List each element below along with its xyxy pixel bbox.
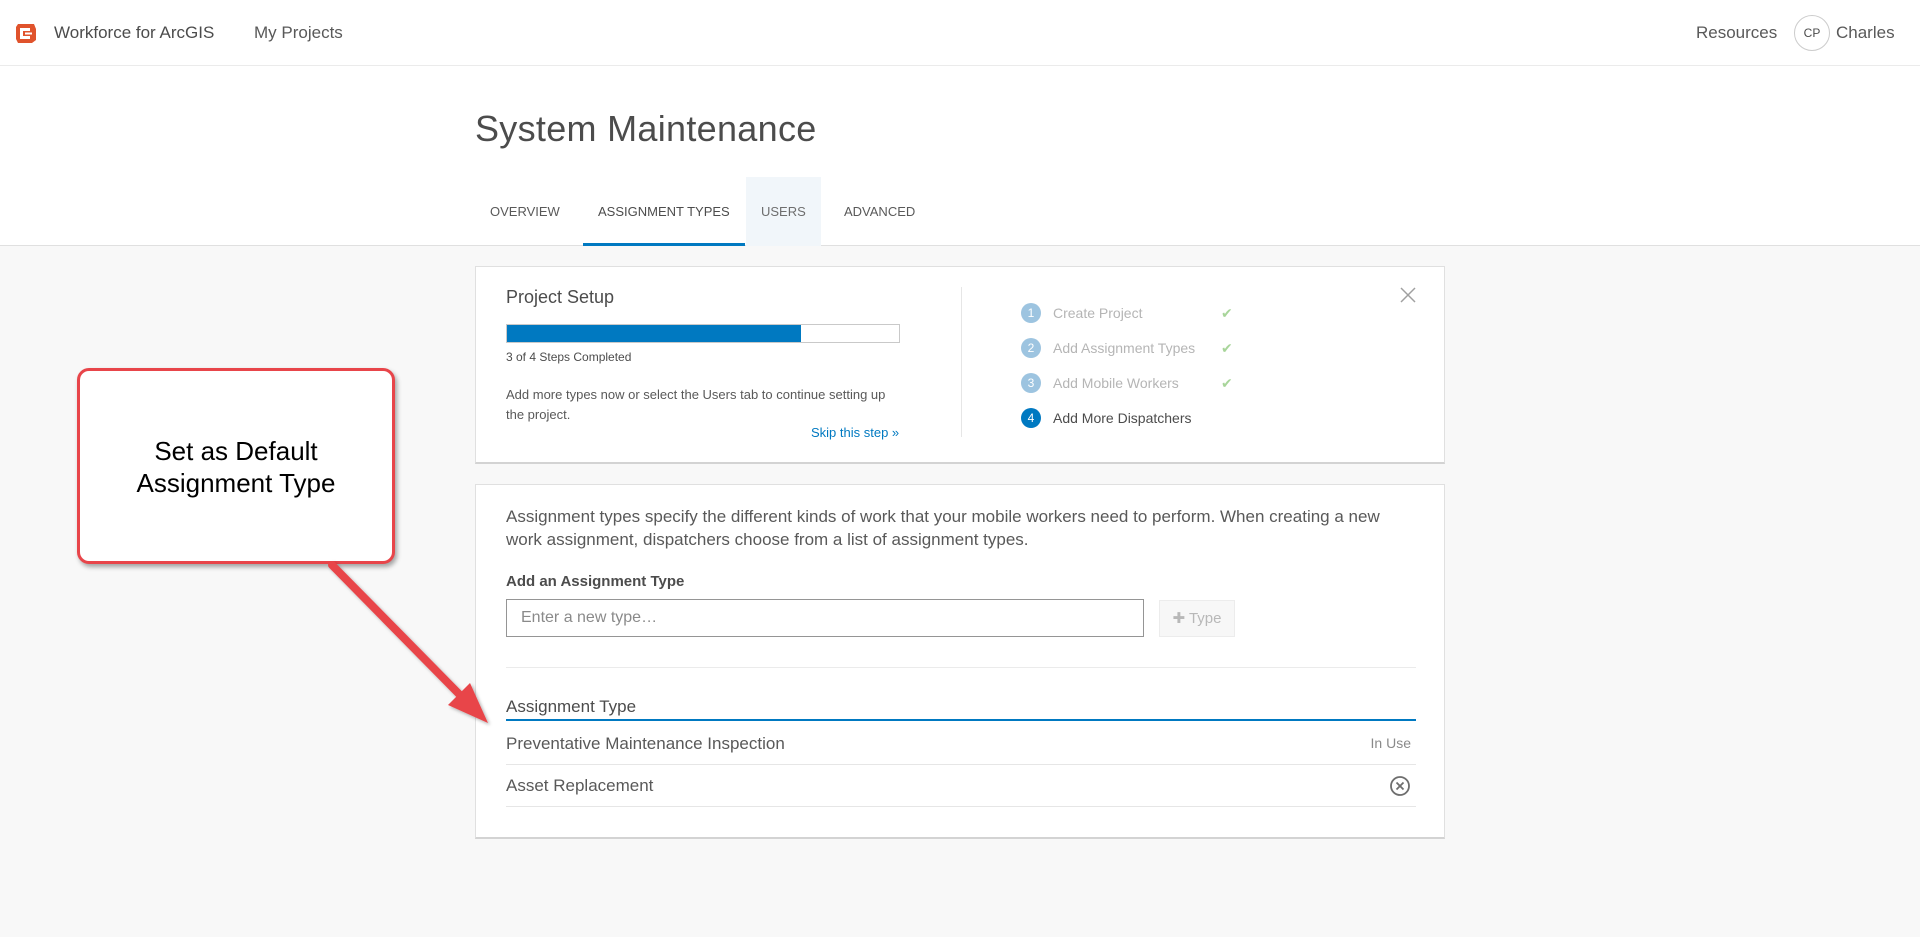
step-label: Add More Dispatchers <box>1053 410 1192 426</box>
step-number: 4 <box>1021 408 1041 428</box>
avatar[interactable]: CP <box>1794 15 1830 51</box>
step-label: Create Project <box>1053 305 1143 321</box>
assignment-types-description: Assignment types specify the different k… <box>506 507 1380 549</box>
assignment-types-card: Assignment types specify the different k… <box>475 484 1445 839</box>
setup-divider <box>961 287 962 437</box>
skip-step-link[interactable]: Skip this step » <box>811 425 899 440</box>
project-setup-card: Project Setup 3 of 4 Steps Completed Add… <box>475 266 1445 464</box>
add-type-button[interactable]: ✚ Type <box>1159 600 1235 637</box>
setup-description: Add more types now or select the Users t… <box>506 387 886 422</box>
assignment-type-name: Preventative Maintenance Inspection <box>506 734 785 753</box>
username[interactable]: Charles <box>1836 23 1895 43</box>
top-nav: Workforce for ArcGIS My Projects Resourc… <box>0 0 1920 66</box>
tab-assignment-types[interactable]: ASSIGNMENT TYPES <box>583 177 745 246</box>
table-row[interactable]: Preventative Maintenance Inspection In U… <box>506 723 1416 765</box>
table-row[interactable]: Asset Replacement <box>506 765 1416 807</box>
annotation-arrow-icon <box>328 561 488 723</box>
assignment-type-column-header: Assignment Type <box>506 697 1416 721</box>
resources-link[interactable]: Resources <box>1696 23 1777 43</box>
step-number: 2 <box>1021 338 1041 358</box>
add-type-label: Add an Assignment Type <box>506 573 685 590</box>
my-projects-link[interactable]: My Projects <box>254 23 343 43</box>
section-divider <box>506 667 1416 668</box>
callout-text: Set as Default Assignment Type <box>80 435 392 499</box>
in-use-status: In Use <box>1370 735 1411 751</box>
tab-overview[interactable]: OVERVIEW <box>475 177 575 246</box>
plus-icon: ✚ <box>1172 610 1186 627</box>
steps-completed-text: 3 of 4 Steps Completed <box>506 350 632 364</box>
add-type-button-label: Type <box>1188 610 1222 627</box>
step-label: Add Assignment Types <box>1053 340 1196 356</box>
setup-title: Project Setup <box>506 287 615 307</box>
step-label: Add Mobile Workers <box>1053 375 1179 391</box>
check-icon: ✔ <box>1221 375 1233 391</box>
check-icon: ✔ <box>1221 305 1233 321</box>
remove-circle-icon[interactable] <box>1389 775 1411 797</box>
setup-progress-bar <box>506 324 900 343</box>
tab-users[interactable]: USERS <box>746 177 821 246</box>
step-number: 3 <box>1021 373 1041 393</box>
page-title: System Maintenance <box>475 108 817 149</box>
app-title[interactable]: Workforce for ArcGIS <box>54 23 214 43</box>
annotation-callout: Set as Default Assignment Type <box>77 368 395 564</box>
setup-progress-fill <box>507 325 801 342</box>
callout-line-2: Assignment Type <box>136 468 336 498</box>
close-icon[interactable] <box>1397 284 1419 306</box>
workforce-logo-icon[interactable] <box>14 21 38 45</box>
project-header: System Maintenance OVERVIEW ASSIGNMENT T… <box>0 66 1920 246</box>
callout-line-1: Set as Default <box>154 436 318 466</box>
check-icon: ✔ <box>1221 340 1233 356</box>
assignment-type-name: Asset Replacement <box>506 776 654 795</box>
new-type-input[interactable] <box>506 599 1144 637</box>
tab-advanced[interactable]: ADVANCED <box>829 177 930 246</box>
step-number: 1 <box>1021 303 1041 323</box>
